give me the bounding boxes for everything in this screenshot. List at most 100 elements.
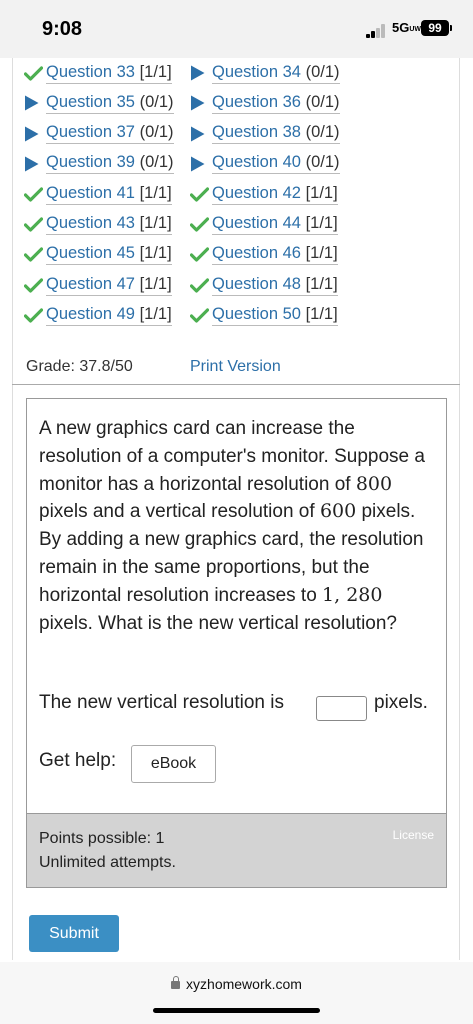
checkmark-icon: [24, 308, 46, 323]
question-score: [1/1]: [139, 274, 172, 293]
cellular-signal-icon: [366, 24, 388, 38]
question-link-47[interactable]: Question 47 [1/1]: [24, 271, 190, 299]
question-score: [1/1]: [305, 213, 338, 232]
question-link-text: Question 36 (0/1): [212, 93, 340, 114]
print-version-link[interactable]: Print Version: [190, 358, 281, 376]
question-link-44[interactable]: Question 44 [1/1]: [190, 210, 362, 238]
play-arrow-icon: [190, 126, 212, 142]
question-label: Question 35: [46, 92, 135, 111]
question-link-35[interactable]: Question 35 (0/1): [24, 89, 190, 117]
answer-input[interactable]: [316, 696, 367, 721]
question-nav-row: Question 43 [1/1] Question 44 [1/1]: [24, 210, 364, 240]
question-link-text: Question 42 [1/1]: [212, 184, 338, 205]
question-label: Question 43: [46, 213, 135, 232]
question-label: Question 40: [212, 153, 301, 172]
status-bar: 9:08 5GUW 99: [0, 0, 473, 58]
url-text: xyzhomework.com: [186, 976, 302, 992]
play-arrow-icon: [190, 65, 212, 81]
question-label: Question 49: [46, 304, 135, 323]
play-arrow-icon: [190, 95, 212, 111]
get-help-label: Get help:: [39, 750, 117, 771]
question-score: (0/1): [305, 123, 340, 142]
question-link-48[interactable]: Question 48 [1/1]: [190, 271, 362, 299]
home-indicator[interactable]: [153, 1008, 320, 1013]
question-link-text: Question 43 [1/1]: [46, 214, 172, 235]
question-score: (0/1): [305, 92, 340, 111]
question-nav-row: Question 45 [1/1] Question 46 [1/1]: [24, 241, 364, 271]
question-score: [1/1]: [305, 244, 338, 263]
question-score: [1/1]: [139, 304, 172, 323]
ebook-button[interactable]: eBook: [131, 745, 216, 783]
grade-text: Grade: 37.8/50: [26, 358, 133, 375]
answer-prompt: The new vertical resolution is: [39, 692, 284, 713]
question-link-41[interactable]: Question 41 [1/1]: [24, 180, 190, 208]
checkmark-icon: [24, 277, 46, 293]
question-nav-row: Question 41 [1/1] Question 42 [1/1]: [24, 180, 364, 210]
answer-unit: pixels.: [374, 692, 428, 713]
network-suffix: UW: [409, 26, 422, 33]
question-text: A new graphics card can increase the res…: [39, 415, 439, 637]
question-link-50[interactable]: Question 50 [1/1]: [190, 301, 362, 329]
question-link-40[interactable]: Question 40 (0/1): [190, 150, 362, 178]
attempts-info: Unlimited attempts.: [39, 854, 176, 871]
question-link-text: Question 35 (0/1): [46, 93, 174, 114]
question-score: [1/1]: [305, 183, 338, 202]
question-link-text: Question 46 [1/1]: [212, 244, 338, 266]
question-score: [1/1]: [139, 213, 172, 232]
browser-bottom-bar: xyzhomework.com: [0, 962, 473, 1024]
question-link-36[interactable]: Question 36 (0/1): [190, 89, 362, 117]
question-link-text: Question 33 [1/1]: [46, 63, 172, 84]
question-nav-row: Question 49 [1/1] Question 50 [1/1]: [24, 301, 364, 331]
checkmark-icon: [24, 247, 46, 262]
question-label: Question 38: [212, 123, 301, 142]
play-arrow-icon: [24, 95, 46, 111]
question-label: Question 50: [212, 304, 301, 323]
question-nav-row: Question 39 (0/1) Question 40 (0/1): [24, 150, 364, 180]
battery-icon: 99: [421, 20, 449, 36]
question-nav-row: Question 37 (0/1) Question 38 (0/1): [24, 120, 364, 150]
question-label: Question 42: [212, 183, 301, 202]
question-link-39[interactable]: Question 39 (0/1): [24, 150, 190, 178]
question-link-text: Question 41 [1/1]: [46, 184, 172, 205]
url-bar[interactable]: xyzhomework.com: [0, 976, 473, 992]
license-link[interactable]: License: [393, 828, 434, 842]
question-link-text: Question 37 (0/1): [46, 123, 174, 145]
question-link-34[interactable]: Question 34 (0/1): [190, 59, 362, 87]
question-link-38[interactable]: Question 38 (0/1): [190, 120, 362, 148]
question-label: Question 44: [212, 213, 301, 232]
question-label: Question 46: [212, 244, 301, 263]
question-label: Question 37: [46, 123, 135, 142]
question-score: [1/1]: [139, 62, 172, 81]
submit-button[interactable]: Submit: [29, 915, 119, 952]
network-type: 5GUW: [392, 20, 421, 35]
question-label: Question 33: [46, 62, 135, 81]
question-link-33[interactable]: Question 33 [1/1]: [24, 59, 190, 87]
question-link-49[interactable]: Question 49 [1/1]: [24, 301, 190, 329]
question-nav-row: Question 33 [1/1] Question 34 (0/1): [24, 59, 364, 89]
question-link-42[interactable]: Question 42 [1/1]: [190, 180, 362, 208]
checkmark-icon: [190, 247, 212, 262]
question-label: Question 36: [212, 92, 301, 111]
question-score: (0/1): [139, 92, 174, 111]
points-box: Points possible: 1 Unlimited attempts. L…: [26, 814, 447, 888]
question-nav-row: Question 47 [1/1] Question 48 [1/1]: [24, 271, 364, 301]
question-score: (0/1): [139, 153, 174, 172]
question-link-46[interactable]: Question 46 [1/1]: [190, 241, 362, 269]
horizontal-resolution-value: 800: [355, 472, 393, 495]
question-link-37[interactable]: Question 37 (0/1): [24, 120, 190, 148]
question-link-text: Question 34 (0/1): [212, 63, 340, 84]
network-label: 5G: [392, 20, 410, 35]
points-possible: Points possible: 1: [39, 830, 165, 847]
question-nav-grid: Question 33 [1/1] Question 34 (0/1) Questi…: [24, 59, 364, 332]
question-score: [1/1]: [305, 304, 338, 323]
question-link-text: Question 45 [1/1]: [46, 244, 172, 266]
question-label: Question 48: [212, 274, 301, 293]
question-link-43[interactable]: Question 43 [1/1]: [24, 210, 190, 238]
question-nav-row: Question 35 (0/1) Question 36 (0/1): [24, 89, 364, 119]
question-link-45[interactable]: Question 45 [1/1]: [24, 241, 190, 269]
question-label: Question 41: [46, 183, 135, 202]
checkmark-icon: [190, 187, 212, 202]
question-label: Question 45: [46, 244, 135, 263]
question-box: A new graphics card can increase the res…: [26, 398, 447, 814]
status-time: 9:08: [42, 18, 83, 40]
